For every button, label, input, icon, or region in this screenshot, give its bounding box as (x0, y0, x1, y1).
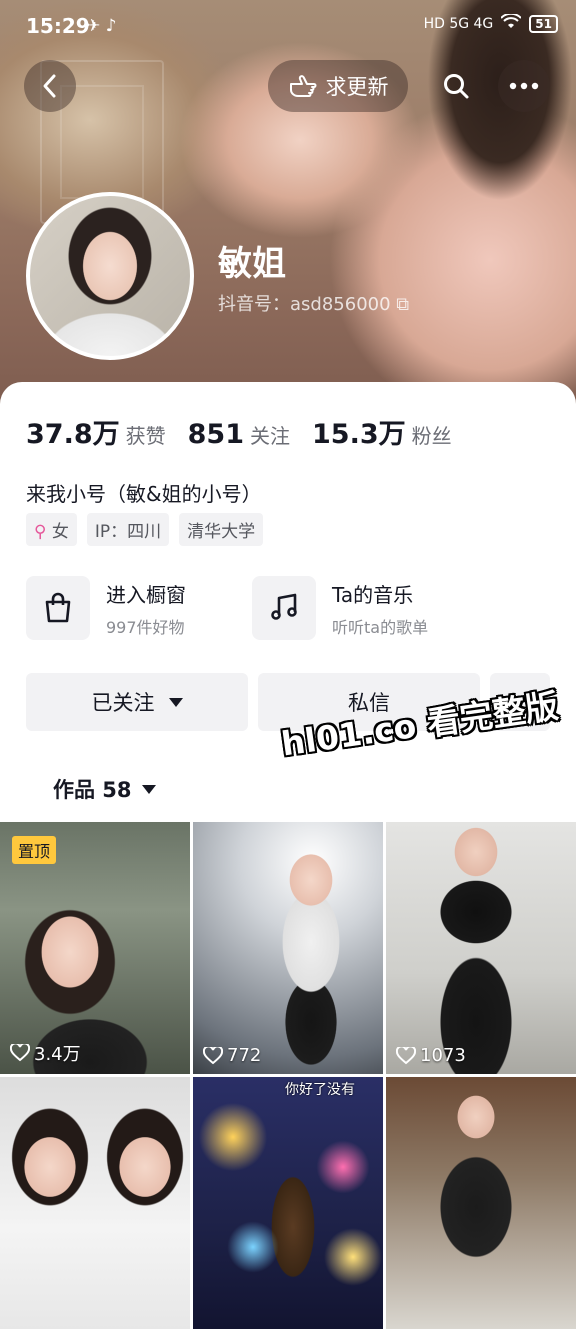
showcase-title: 进入橱窗 (106, 582, 186, 607)
ip-tag: IP：四川 (86, 513, 170, 546)
video-likes: 1073 (396, 1045, 466, 1066)
status-bar: 15:29 ✈ ♪ HD 5G 4G 51 (0, 0, 576, 56)
copy-icon[interactable]: ⧉ (396, 294, 409, 315)
follow-label: 已关注 (91, 691, 155, 715)
video-likes: 772 (203, 1045, 261, 1066)
video-grid: 置顶 3.4万 772 1073 你好了没有 (0, 822, 576, 1329)
video-caption: 你好了没有 (285, 1082, 355, 1098)
stat-label: 获赞 (125, 424, 166, 448)
douyin-id[interactable]: 抖音号：asd856000 ⧉ (218, 290, 409, 316)
heart-icon (10, 1044, 30, 1062)
gender-tag: ⚲ 女 (26, 513, 77, 546)
stat-followers[interactable]: 15.3万 粉丝 (312, 412, 452, 451)
stat-likes[interactable]: 37.8万 获赞 (26, 412, 166, 451)
stat-value: 37.8万 (26, 419, 120, 450)
follow-button[interactable]: 已关注 (26, 673, 248, 731)
video-thumbnail[interactable]: 772 (193, 822, 383, 1074)
wifi-icon (500, 12, 523, 34)
video-thumbnail[interactable] (386, 1077, 576, 1329)
video-thumbnail[interactable]: 置顶 3.4万 (0, 822, 190, 1074)
likes-count: 1073 (420, 1045, 466, 1066)
hand-point-icon (289, 75, 316, 97)
request-update-button[interactable]: 求更新 (268, 60, 408, 112)
pinned-badge: 置顶 (12, 836, 57, 864)
showcase-shortcut[interactable]: 进入橱窗 997件好物 (26, 576, 186, 640)
likes-count: 3.4万 (34, 1044, 81, 1065)
more-options-button[interactable] (498, 60, 550, 112)
video-thumbnail[interactable] (0, 1077, 190, 1329)
banner-background-door-panel (60, 85, 144, 199)
music-note-icon (252, 576, 316, 640)
search-icon (444, 74, 469, 99)
status-right: HD 5G 4G 51 (423, 12, 558, 34)
bio-text: 来我小号（敏&姐的小号） (26, 482, 262, 506)
heart-icon (203, 1046, 223, 1064)
likes-count: 772 (227, 1045, 262, 1066)
video-thumbnail[interactable]: 1073 (386, 822, 576, 1074)
profile-tags: ⚲ 女 IP：四川 清华大学 (26, 513, 264, 546)
avatar[interactable] (26, 192, 194, 360)
caret-down-icon (168, 697, 183, 707)
chevron-left-icon (43, 74, 56, 98)
music-subtitle: 听听ta的歌单 (332, 617, 429, 637)
heart-icon (396, 1046, 416, 1064)
stat-value: 15.3万 (312, 419, 406, 450)
stat-following[interactable]: 851 关注 (188, 419, 290, 450)
music-title: Ta的音乐 (332, 582, 414, 607)
female-icon: ⚲ (34, 522, 47, 542)
stat-label: 关注 (250, 424, 290, 448)
status-time: 15:29 (26, 14, 90, 38)
tab-works[interactable]: 作品 58 (53, 774, 156, 804)
profile-name: 敏姐 (218, 244, 286, 284)
video-likes: 3.4万 (10, 1040, 81, 1066)
status-app-icons: ✈ ♪ (86, 16, 117, 36)
school-tag[interactable]: 清华大学 (179, 513, 264, 546)
caret-down-icon (141, 784, 156, 794)
back-button[interactable] (24, 60, 76, 112)
network-indicator: HD 5G 4G (423, 16, 494, 32)
search-button[interactable] (430, 60, 482, 112)
stat-value: 851 (187, 419, 244, 450)
showcase-subtitle: 997件好物 (106, 617, 185, 637)
stat-label: 粉丝 (411, 424, 452, 448)
gender-label: 女 (51, 522, 69, 542)
works-tab-label: 作品 58 (53, 778, 132, 802)
shopping-bag-icon (26, 576, 90, 640)
video-thumbnail[interactable]: 你好了没有 (193, 1077, 383, 1329)
battery-indicator: 51 (529, 15, 558, 33)
more-dots-icon (509, 82, 539, 90)
stats-row: 37.8万 获赞 851 关注 15.3万 粉丝 (26, 412, 452, 451)
request-update-label: 求更新 (325, 75, 389, 99)
music-shortcut[interactable]: Ta的音乐 听听ta的歌单 (252, 576, 428, 640)
douyin-id-text: 抖音号：asd856000 (218, 294, 391, 315)
